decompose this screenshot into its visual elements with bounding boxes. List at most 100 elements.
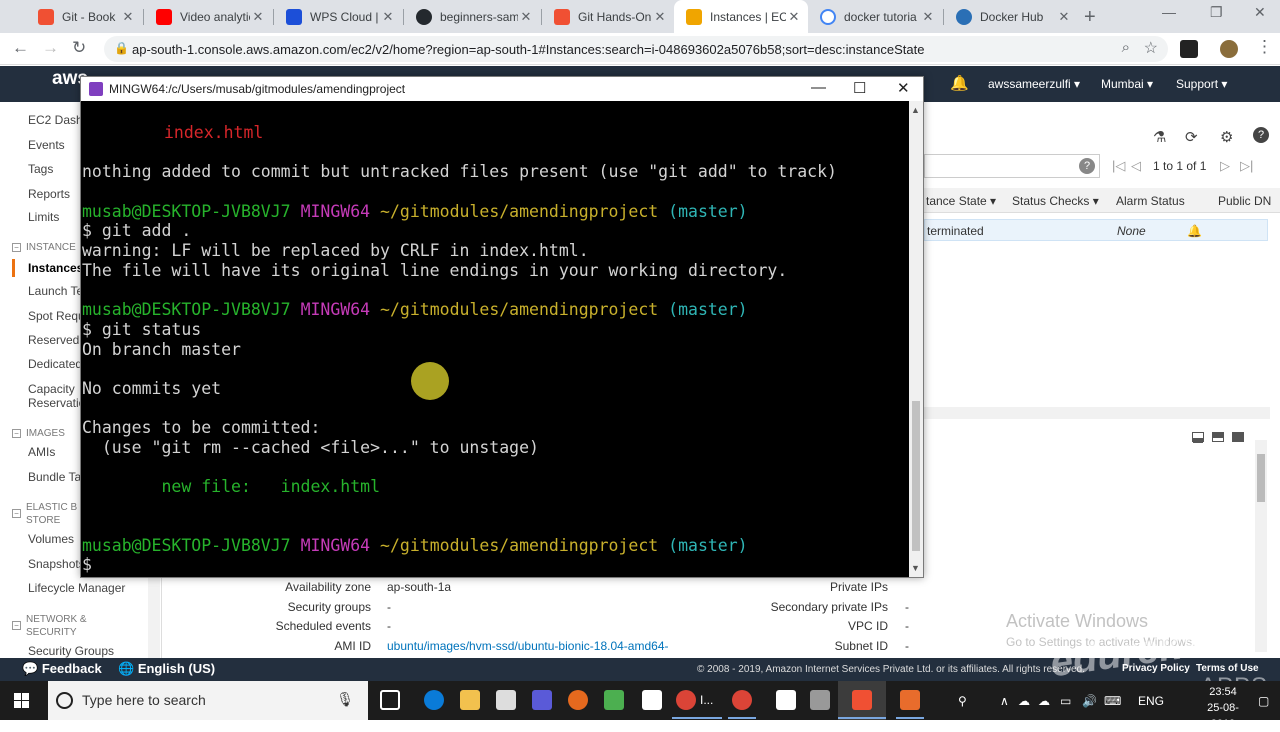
table-horizontal-scrollbar[interactable] — [924, 407, 1270, 419]
restore-window-icon[interactable]: ❐ — [1210, 4, 1223, 21]
sidebar-item-tags[interactable]: Tags — [28, 162, 53, 176]
tab-docker-hub[interactable]: Docker Hub ✕ — [944, 0, 1078, 33]
app-icon[interactable] — [604, 690, 624, 710]
chrome-menu-icon[interactable]: ⋮ — [1256, 37, 1273, 57]
sidebar-item-bundle-tasks[interactable]: Bundle Ta — [28, 470, 81, 484]
forward-arrow-icon[interactable]: → — [42, 38, 59, 58]
back-arrow-icon[interactable]: ← — [12, 38, 29, 58]
column-header-instance-state[interactable]: tance State ▾ — [926, 194, 996, 208]
close-tab-icon[interactable]: ✕ — [518, 9, 534, 25]
ami-id-link[interactable]: ubuntu/images/hvm-ssd/ubuntu-bionic-18.0… — [387, 639, 669, 653]
account-menu[interactable]: awssameerzulfi ▾ — [988, 77, 1080, 91]
scroll-down-icon[interactable]: ▼ — [911, 563, 920, 573]
sidebar-section-elastic-block-store[interactable]: −ELASTIC B STORE — [12, 501, 77, 527]
terminal-title-bar[interactable]: MINGW64:/c/Users/musab/gitmodules/amendi… — [81, 77, 923, 101]
notepad-icon[interactable] — [642, 690, 662, 710]
sidebar-item-reserved-instances[interactable]: Reserved — [28, 333, 79, 347]
scroll-thumb[interactable] — [1257, 454, 1265, 502]
split-pane-bottom-icon[interactable] — [1192, 432, 1204, 443]
sidebar-item-reservations[interactable]: Reservatio — [28, 396, 85, 410]
language-selector[interactable]: 🌐 English (US) — [118, 661, 215, 677]
close-tab-icon[interactable]: ✕ — [652, 9, 668, 25]
git-bash-taskbar-icon[interactable] — [852, 690, 872, 710]
microphone-icon[interactable]: 🎙 — [336, 691, 354, 708]
details-scrollbar[interactable] — [1255, 440, 1267, 652]
taskbar-search-box[interactable]: Type here to search 🎙 — [48, 681, 368, 720]
chrome-icon[interactable] — [676, 690, 696, 710]
sidebar-section-images[interactable]: − IMAGES — [12, 427, 65, 440]
next-page-icon[interactable]: ▷ — [1220, 158, 1230, 174]
edge-icon[interactable] — [424, 690, 444, 710]
refresh-icon[interactable]: ⟳ — [1185, 128, 1198, 146]
close-tab-icon[interactable]: ✕ — [380, 9, 396, 25]
table-row[interactable]: terminated None 🔔 — [924, 219, 1268, 241]
network-icon[interactable]: ▭ — [1060, 694, 1071, 708]
instance-search-input[interactable]: ? — [924, 154, 1100, 178]
terminal-scrollbar[interactable]: ▲ ▼ — [909, 101, 923, 577]
tab-github-beginners[interactable]: beginners-sam ✕ — [404, 0, 540, 33]
flask-icon[interactable]: ⚗ — [1153, 128, 1166, 146]
last-page-icon[interactable]: ▷| — [1240, 158, 1253, 174]
sidebar-item-capacity[interactable]: Capacity — [28, 382, 75, 396]
split-pane-half-icon[interactable] — [1212, 432, 1224, 442]
support-menu[interactable]: Support ▾ — [1176, 77, 1227, 91]
close-tab-icon[interactable]: ✕ — [1056, 9, 1072, 25]
windows-start-icon[interactable] — [14, 693, 30, 709]
split-pane-top-icon[interactable] — [1232, 432, 1244, 442]
minimize-window-icon[interactable]: — — [1162, 4, 1176, 20]
app-icon[interactable] — [810, 690, 830, 710]
app-icon[interactable] — [900, 690, 920, 710]
onedrive-icon[interactable]: ☁ — [1038, 694, 1050, 708]
keyboard-icon[interactable]: ⌨ — [1104, 694, 1121, 708]
gear-icon[interactable]: ⚙ — [1220, 128, 1233, 146]
help-icon[interactable]: ? — [1253, 127, 1269, 143]
reload-icon[interactable]: ↻ — [72, 38, 86, 58]
alarm-bell-icon[interactable]: 🔔 — [1187, 224, 1202, 238]
tab-docker-tutorial[interactable]: docker tutoria ✕ — [808, 0, 942, 33]
sidebar-section-network-security[interactable]: −NETWORK & SECURITY — [12, 613, 87, 639]
tab-git-book[interactable]: Git - Book ✕ — [26, 0, 142, 33]
region-menu[interactable]: Mumbai ▾ — [1101, 77, 1153, 91]
tab-git-hands-on[interactable]: Git Hands-On ✕ — [542, 0, 674, 33]
tab-video-analytics[interactable]: Video analytic ✕ — [144, 0, 272, 33]
taskbar-clock[interactable]: 23:54 25-08-2019 — [1198, 684, 1248, 732]
first-page-icon[interactable]: |◁ — [1112, 158, 1125, 174]
git-bash-terminal-window[interactable]: MINGW64:/c/Users/musab/gitmodules/amendi… — [80, 76, 924, 578]
sidebar-item-spot-requests[interactable]: Spot Requ — [28, 309, 85, 323]
feedback-button[interactable]: 💬 Feedback — [22, 661, 102, 677]
new-tab-button[interactable]: + — [1084, 6, 1096, 29]
close-tab-icon[interactable]: ✕ — [250, 9, 266, 25]
address-url[interactable]: ap-south-1.console.aws.amazon.com/ec2/v2… — [132, 42, 924, 57]
store-icon[interactable] — [496, 690, 516, 710]
terminal-maximize-icon[interactable]: ☐ — [853, 79, 866, 97]
input-language[interactable]: ENG — [1138, 694, 1164, 708]
file-explorer-icon[interactable] — [460, 690, 480, 710]
sidebar-item-security-groups[interactable]: Security Groups — [28, 644, 114, 658]
close-tab-icon[interactable]: ✕ — [120, 9, 136, 25]
notification-bell-icon[interactable]: 🔔 — [950, 74, 969, 92]
close-tab-icon[interactable]: ✕ — [786, 9, 802, 25]
profile-avatar-icon[interactable] — [1220, 40, 1238, 58]
search-icon[interactable]: ⌕ — [1122, 39, 1130, 56]
tab-instances-ec2[interactable]: Instances | EC2 ✕ — [674, 0, 808, 33]
sidebar-section-instances[interactable]: − INSTANCE — [12, 241, 76, 254]
tray-chevron-icon[interactable]: ∧ — [1000, 694, 1009, 708]
close-window-icon[interactable]: ✕ — [1254, 4, 1266, 21]
close-tab-icon[interactable]: ✕ — [920, 9, 936, 25]
scroll-up-icon[interactable]: ▲ — [911, 105, 920, 115]
sidebar-item-events[interactable]: Events — [28, 138, 65, 152]
previous-page-icon[interactable]: ◁ — [1131, 158, 1141, 174]
scroll-thumb[interactable] — [912, 401, 920, 551]
volume-icon[interactable]: 🔊 — [1082, 694, 1097, 708]
sidebar-item-lifecycle-manager[interactable]: Lifecycle Manager — [28, 581, 125, 595]
bookmark-star-icon[interactable]: ☆ — [1144, 38, 1158, 58]
column-header-public-dns[interactable]: Public DN — [1218, 194, 1271, 208]
sidebar-item-instances[interactable]: Instances — [28, 261, 83, 275]
app-icon[interactable] — [532, 690, 552, 710]
sidebar-item-snapshots[interactable]: Snapshots — [28, 557, 85, 571]
people-icon[interactable]: ⚲ — [958, 694, 967, 708]
address-bar[interactable]: 🔒 ap-south-1.console.aws.amazon.com/ec2/… — [104, 36, 1168, 62]
sidebar-item-launch-templates[interactable]: Launch Te — [28, 284, 83, 298]
notifications-icon[interactable]: ▢ — [1258, 694, 1269, 708]
sidebar-item-amis[interactable]: AMIs — [28, 445, 55, 459]
